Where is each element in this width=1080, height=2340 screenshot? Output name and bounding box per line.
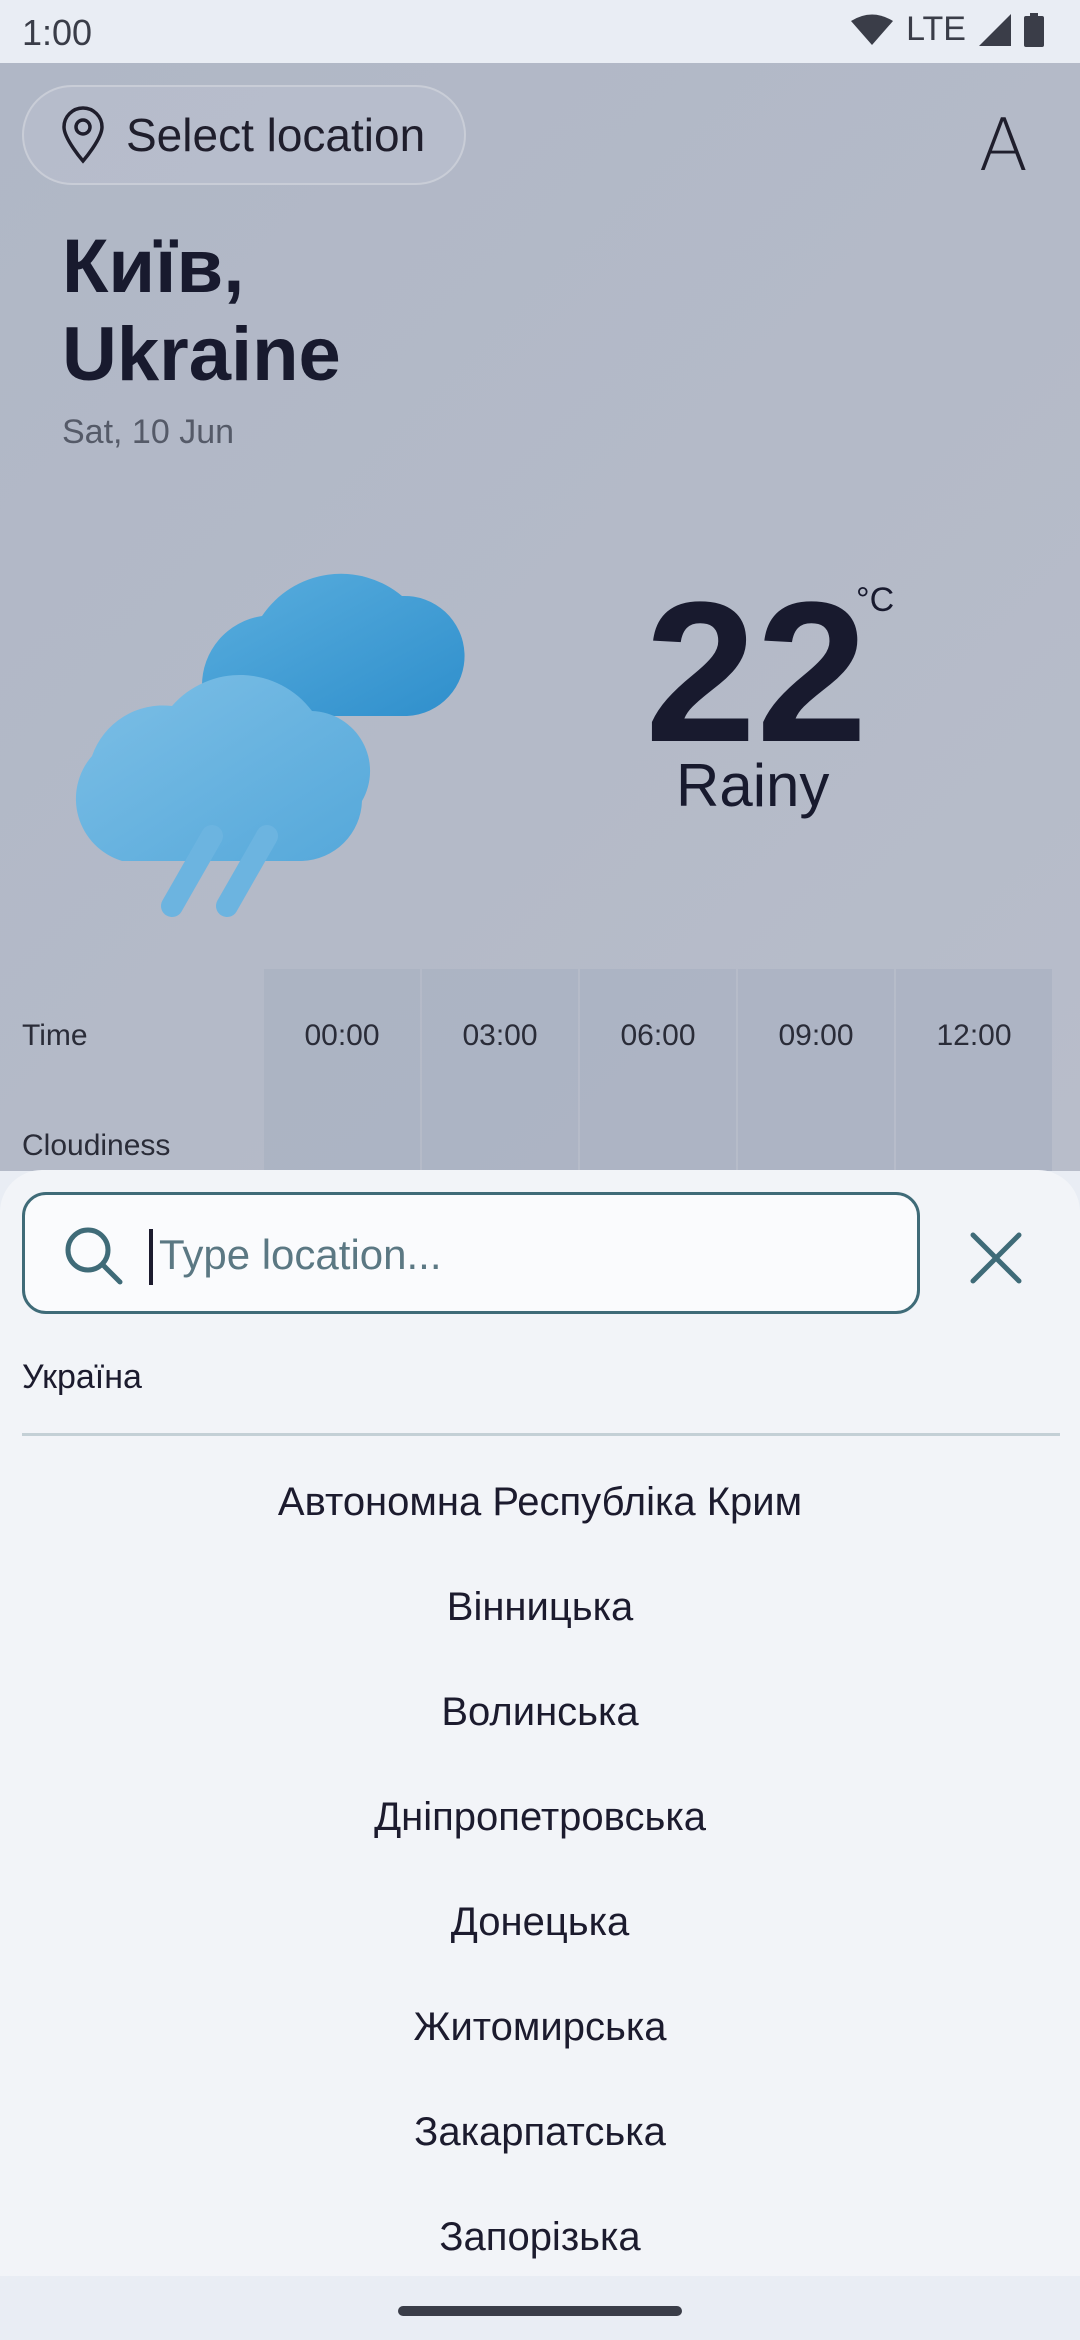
location-search-input[interactable] [157, 1221, 901, 1289]
battery-icon [1024, 12, 1044, 47]
forecast-column: 03:00 [422, 969, 578, 1171]
rain-cloud-icon [75, 573, 465, 917]
forecast-cloud-label: Cloudiness [22, 1129, 171, 1162]
wifi-icon [851, 14, 894, 45]
close-icon[interactable] [964, 1226, 1028, 1290]
country-header: Україна [22, 1358, 142, 1396]
select-location-button[interactable]: Select location [22, 85, 466, 185]
region-item[interactable]: Запорізька [0, 2185, 1080, 2276]
forecast-time: 09:00 [778, 1019, 854, 1052]
region-item[interactable]: Автономна Республіка Крим [0, 1450, 1080, 1555]
forecast-column: 12:00 [896, 969, 1052, 1171]
status-icons: LTE [850, 10, 1044, 49]
forecast-time: 03:00 [462, 1019, 538, 1052]
search-box[interactable] [22, 1192, 920, 1314]
signal-icon [979, 13, 1011, 46]
home-gesture-handle[interactable] [398, 2306, 682, 2316]
text-cursor [149, 1229, 153, 1285]
region-item[interactable]: Волинська [0, 1660, 1080, 1765]
forecast-time: 06:00 [620, 1019, 696, 1052]
status-bar: 1:00 LTE [0, 0, 1080, 63]
city-name: Київ, Ukraine [62, 223, 562, 399]
forecast-column: 09:00 [738, 969, 894, 1171]
forecast-time: 00:00 [304, 1019, 380, 1052]
region-item[interactable]: Вінницька [0, 1555, 1080, 1660]
network-type: LTE [906, 10, 966, 48]
region-item[interactable]: Донецька [0, 1870, 1080, 1975]
current-date: Sat, 10 Jun [62, 413, 235, 451]
forecast-time-label: Time [22, 1019, 88, 1052]
region-item[interactable]: Закарпатська [0, 2080, 1080, 2185]
search-icon [65, 1227, 123, 1285]
divider [22, 1433, 1060, 1436]
city-line-2: Ukraine [62, 312, 341, 397]
temperature-unit: °C [856, 581, 895, 619]
navigation-bar [0, 2276, 1080, 2340]
forecast-column: 00:00 [264, 969, 420, 1171]
font-size-button[interactable]: A [979, 103, 1028, 187]
forecast-time: 12:00 [936, 1019, 1012, 1052]
select-location-label: Select location [126, 109, 426, 161]
weather-main: Select location A Київ, Ukraine Sat, 10 … [0, 63, 1080, 1171]
status-time: 1:00 [22, 12, 93, 53]
region-item[interactable]: Житомирська [0, 1975, 1080, 2080]
forecast-table: Time Cloudiness 00:00 03:00 06:00 09:00 … [0, 969, 1080, 1171]
region-list: Автономна Республіка Крим Вінницька Воли… [0, 1450, 1080, 2276]
weather-condition: Rainy [676, 752, 830, 819]
location-search-sheet: Україна Автономна Республіка Крим Вінниц… [0, 1170, 1080, 2276]
city-line-1: Київ, [62, 224, 245, 309]
location-pin-icon [62, 106, 104, 164]
temperature-value: 22 [645, 561, 868, 784]
forecast-column: 06:00 [580, 969, 736, 1171]
region-item[interactable]: Дніпропетровська [0, 1765, 1080, 1870]
